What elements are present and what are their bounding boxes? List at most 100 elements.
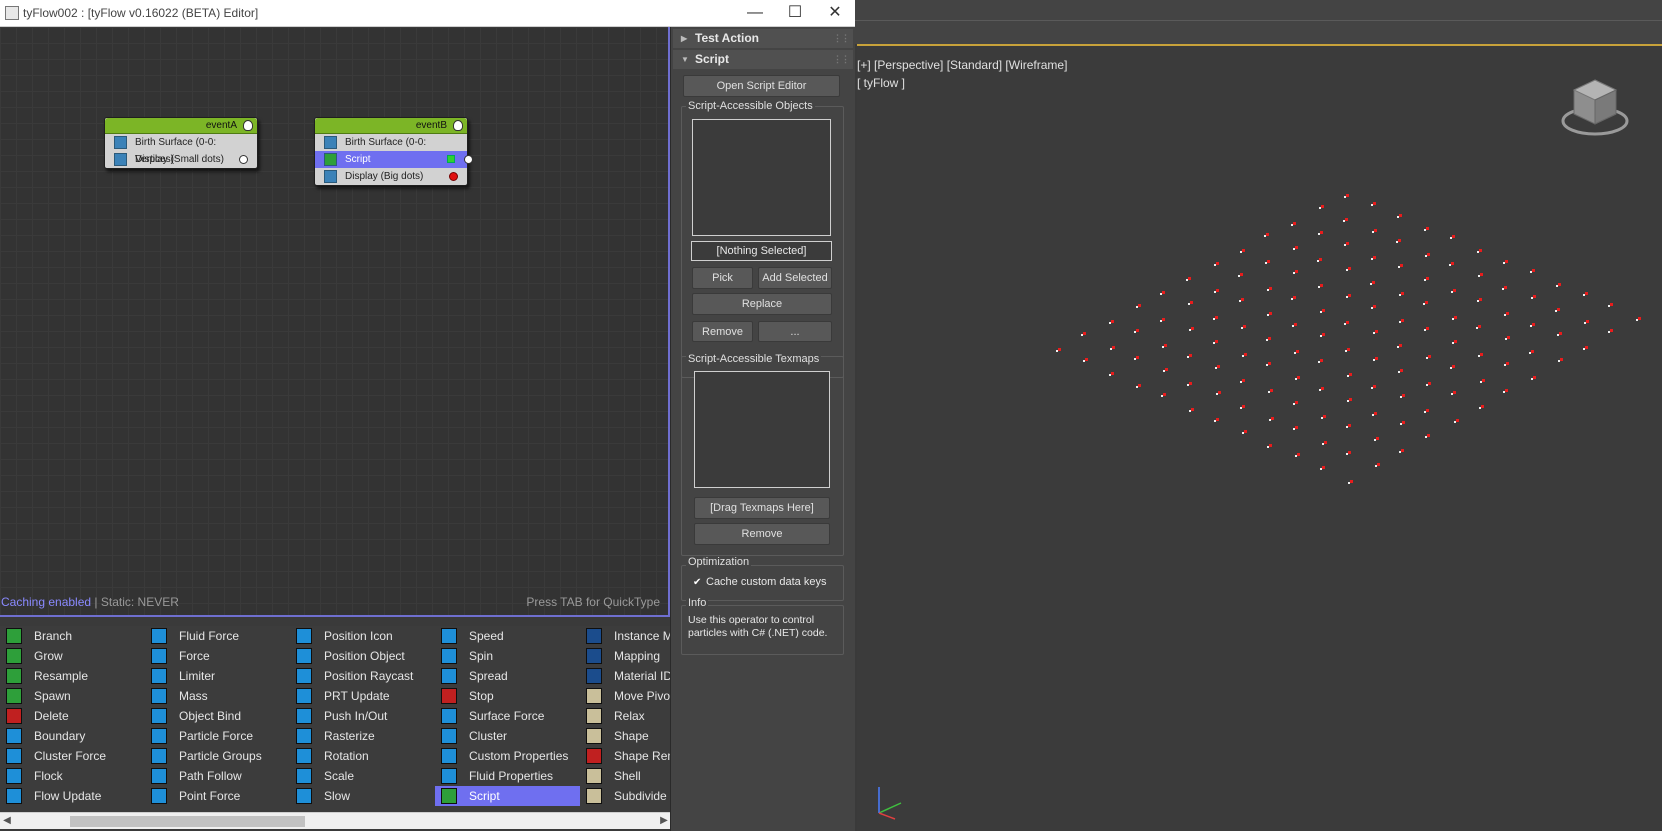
operator-birth-surface[interactable]: Birth Surface (0-0: Vertices) [105, 134, 257, 165]
palette-item[interactable]: Subdivide [580, 786, 672, 806]
minimize-button[interactable]: — [735, 0, 775, 26]
pick-button[interactable]: Pick [692, 267, 753, 289]
palette-item-label: Mass [179, 689, 208, 703]
palette-item[interactable]: Instance M [580, 626, 672, 646]
palette-item[interactable]: Move Pivot [580, 686, 672, 706]
palette-item[interactable]: Script [435, 786, 580, 806]
palette-item[interactable]: Mapping [580, 646, 672, 666]
palette-item[interactable]: Mass [145, 686, 290, 706]
open-script-editor-button[interactable]: Open Script Editor [683, 75, 840, 97]
palette-item[interactable]: Delete [0, 706, 145, 726]
palette-item[interactable]: Limiter [145, 666, 290, 686]
operator-birth-surface[interactable]: Birth Surface (0-0: Vertices) [315, 134, 467, 165]
palette-item[interactable]: PRT Update [290, 686, 435, 706]
palette-item-label: Rotation [324, 749, 369, 763]
palette-item[interactable]: Spread [435, 666, 580, 686]
palette-item[interactable]: Flock [0, 766, 145, 786]
palette-item[interactable]: Particle Groups [145, 746, 290, 766]
event-node-a[interactable]: eventA Birth Surface (0-0: Vertices) Dis… [104, 117, 258, 169]
palette-item[interactable]: Position Icon [290, 626, 435, 646]
texmaps-listbox[interactable] [694, 371, 830, 488]
palette-item-label: Flock [34, 769, 63, 783]
palette-item[interactable]: Fluid Properties [435, 766, 580, 786]
color-swatch[interactable] [449, 172, 458, 181]
palette-item[interactable]: Position Raycast [290, 666, 435, 686]
palette-item[interactable]: Shell [580, 766, 672, 786]
palette-item[interactable]: Push In/Out [290, 706, 435, 726]
palette-item[interactable]: Fluid Force [145, 626, 290, 646]
palette-item[interactable]: Slow [290, 786, 435, 806]
remove-texmap-button[interactable]: Remove [694, 523, 830, 545]
display-icon [114, 153, 127, 166]
caching-status[interactable]: Caching enabled [1, 595, 91, 609]
remove-object-button[interactable]: Remove [692, 321, 753, 342]
palette-item-label: Position Raycast [324, 669, 414, 683]
fluid-force-icon [151, 628, 167, 644]
perspective-viewport[interactable]: [+] [Perspective] [Standard] [Wireframe]… [857, 44, 1662, 831]
palette-item[interactable]: Shape [580, 726, 672, 746]
palette-item[interactable]: Custom Properties [435, 746, 580, 766]
palette-item[interactable]: Spawn [0, 686, 145, 706]
palette-item-label: Mapping [614, 649, 661, 663]
palette-item[interactable]: Boundary [0, 726, 145, 746]
operator-label: Script [345, 154, 371, 165]
palette-item[interactable]: Branch [0, 626, 145, 646]
palette-item[interactable]: Path Follow [145, 766, 290, 786]
palette-item-label: PRT Update [324, 689, 390, 703]
output-test-socket[interactable] [447, 155, 455, 163]
palette-item[interactable]: Rasterize [290, 726, 435, 746]
rollout-script[interactable]: ▼ Script ⋮⋮ [673, 50, 853, 69]
objects-group-label: Script-Accessible Objects [686, 100, 815, 112]
palette-item[interactable]: Resample [0, 666, 145, 686]
palette-item[interactable]: Relax [580, 706, 672, 726]
window-title: tyFlow002 : [tyFlow v0.16022 (BETA) Edit… [23, 6, 259, 20]
scroll-right-icon[interactable]: ▶ [657, 813, 671, 829]
palette-item[interactable]: Position Object [290, 646, 435, 666]
operator-display[interactable]: Display (Small dots) [105, 151, 257, 168]
cache-custom-data-checkbox[interactable]: ✔ Cache custom data keys [693, 576, 826, 588]
palette-scrollbar[interactable]: ◀ ▶ [0, 812, 672, 829]
palette-item[interactable]: Force [145, 646, 290, 666]
palette-item[interactable]: Speed [435, 626, 580, 646]
lightbulb-icon[interactable] [243, 120, 253, 131]
event-header[interactable]: eventB [315, 118, 467, 134]
palette-item[interactable]: Scale [290, 766, 435, 786]
objects-listbox[interactable] [692, 119, 831, 236]
palette-item[interactable]: Material ID [580, 666, 672, 686]
palette-item[interactable]: Point Force [145, 786, 290, 806]
replace-button[interactable]: Replace [692, 293, 832, 315]
expand-arrow-icon: ▶ [681, 34, 688, 43]
event-name: eventA [205, 120, 237, 131]
more-options-button[interactable]: ... [758, 321, 832, 342]
node-graph[interactable]: eventA Birth Surface (0-0: Vertices) Dis… [0, 27, 670, 617]
palette-item[interactable]: Cluster [435, 726, 580, 746]
palette-item[interactable]: Surface Force [435, 706, 580, 726]
rollout-test-action[interactable]: ▶ Test Action ⋮⋮ [673, 29, 853, 48]
output-socket[interactable] [464, 155, 473, 164]
palette-item[interactable]: Particle Force [145, 726, 290, 746]
palette-item-label: Speed [469, 629, 504, 643]
palette-item[interactable]: Cluster Force [0, 746, 145, 766]
palette-item[interactable]: Object Bind [145, 706, 290, 726]
event-node-b[interactable]: eventB Birth Surface (0-0: Vertices) Scr… [314, 117, 473, 186]
close-button[interactable]: ✕ [815, 0, 855, 26]
palette-item[interactable]: Grow [0, 646, 145, 666]
palette-item[interactable]: Shape Rem [580, 746, 672, 766]
scrollbar-thumb[interactable] [70, 816, 305, 827]
output-socket[interactable] [239, 155, 248, 164]
event-header[interactable]: eventA [105, 118, 257, 134]
drag-texmaps-button[interactable]: [Drag Texmaps Here] [694, 497, 830, 519]
add-selected-button[interactable]: Add Selected [758, 267, 832, 289]
palette-item[interactable]: Spin [435, 646, 580, 666]
mapping-icon [586, 648, 602, 664]
palette-item[interactable]: Stop [435, 686, 580, 706]
lightbulb-icon[interactable] [453, 120, 463, 131]
palette-item[interactable]: Rotation [290, 746, 435, 766]
operator-script[interactable]: Script [315, 151, 473, 168]
operator-display[interactable]: Display (Big dots) [315, 168, 467, 185]
viewport-label[interactable]: [+] [Perspective] [Standard] [Wireframe] [857, 58, 1067, 72]
scroll-left-icon[interactable]: ◀ [0, 813, 14, 829]
viewcube-icon[interactable] [1560, 76, 1630, 140]
maximize-button[interactable]: ☐ [775, 0, 815, 26]
palette-item[interactable]: Flow Update [0, 786, 145, 806]
